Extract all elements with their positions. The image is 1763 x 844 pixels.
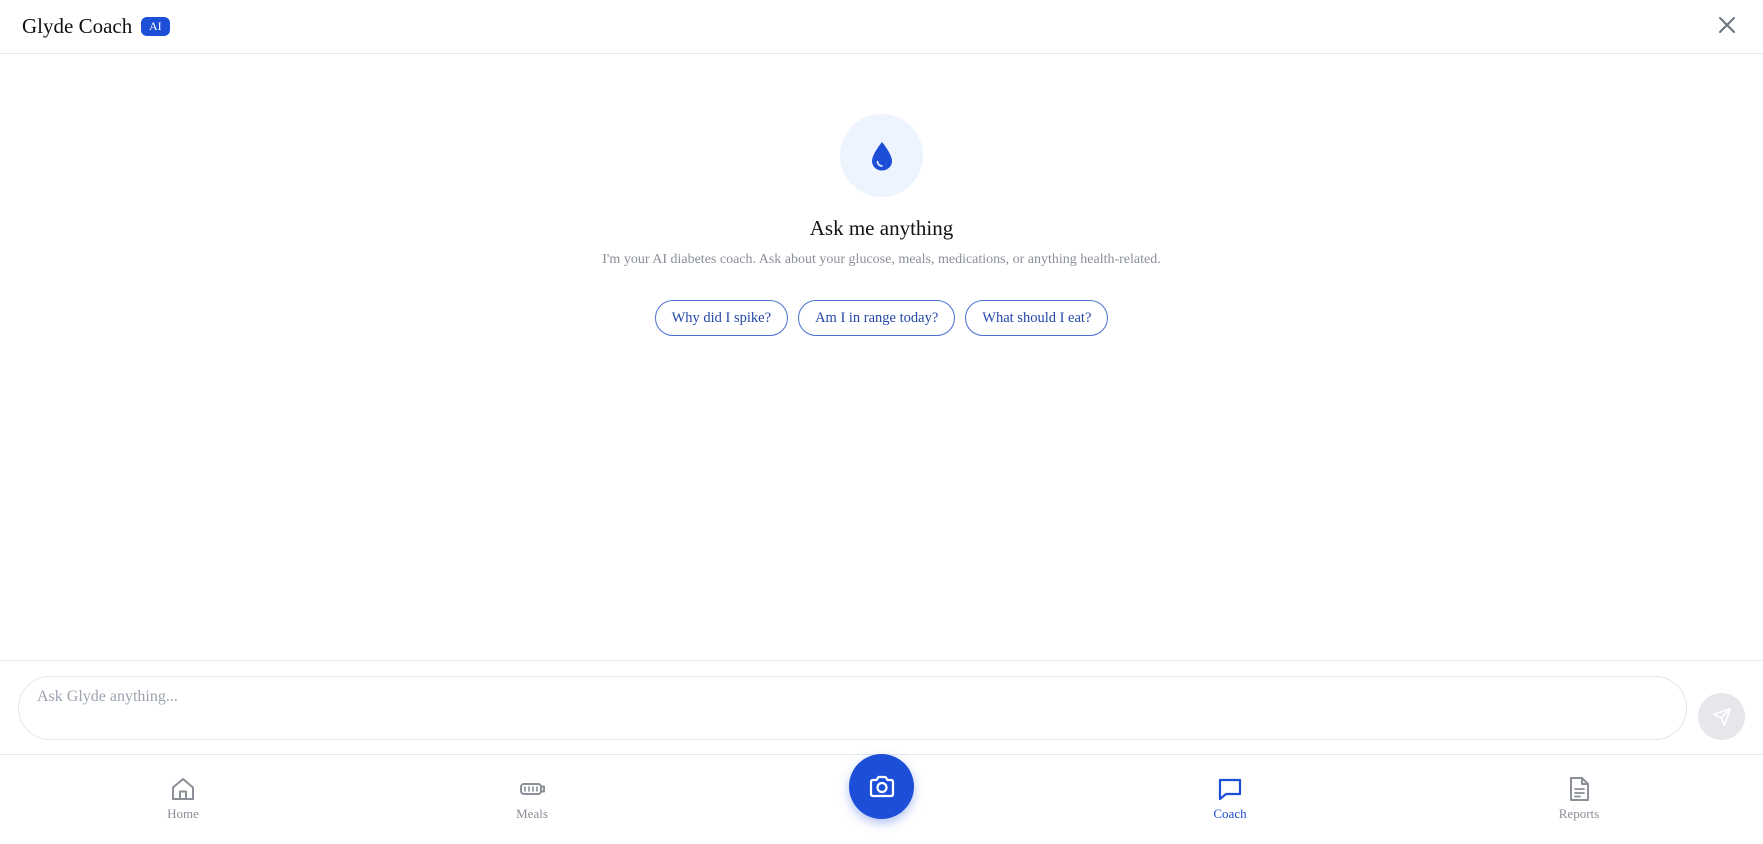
nav-item-reports[interactable]: Reports [1529,775,1629,822]
chat-icon [1218,778,1242,801]
nav-item-coach[interactable]: Coach [1180,775,1280,822]
composer [0,660,1763,754]
chat-input[interactable] [18,676,1687,740]
bottom-nav: Home Meals Coach Reports [0,754,1763,844]
nav-item-meals[interactable]: Meals [482,775,582,822]
coach-avatar [840,114,923,197]
document-icon [1570,777,1589,801]
send-icon [1712,707,1731,726]
nav-label-meals: Meals [516,806,548,821]
nav-label-coach: Coach [1213,806,1247,821]
app-title: Glyde Coach [22,14,133,38]
empty-state-subtitle: I'm your AI diabetes coach. Ask about yo… [602,252,1161,267]
meals-icon [520,783,545,795]
nav-label-home: Home [167,806,199,821]
suggestion-chip-spike[interactable]: Why did I spike? [654,300,789,336]
ai-badge: AI [141,17,170,36]
send-button[interactable] [1698,693,1745,740]
close-button[interactable] [1714,12,1740,38]
header: Glyde Coach AI [0,0,1763,54]
suggestion-chip-range[interactable]: Am I in range today? [798,300,956,336]
empty-state-title: Ask me anything [809,216,954,240]
droplet-icon [871,141,892,170]
home-icon [172,778,194,800]
camera-button[interactable] [849,754,914,819]
suggestion-chips: Why did I spike? Am I in range today? Wh… [0,300,1763,336]
camera-icon [869,775,894,797]
suggestion-chip-eat[interactable]: What should I eat? [965,300,1109,336]
nav-label-reports: Reports [1558,806,1600,821]
app-root: Glyde Coach AI Ask me anything I'm your … [0,0,1763,844]
nav-item-home[interactable]: Home [133,775,233,822]
close-icon [1719,17,1735,33]
